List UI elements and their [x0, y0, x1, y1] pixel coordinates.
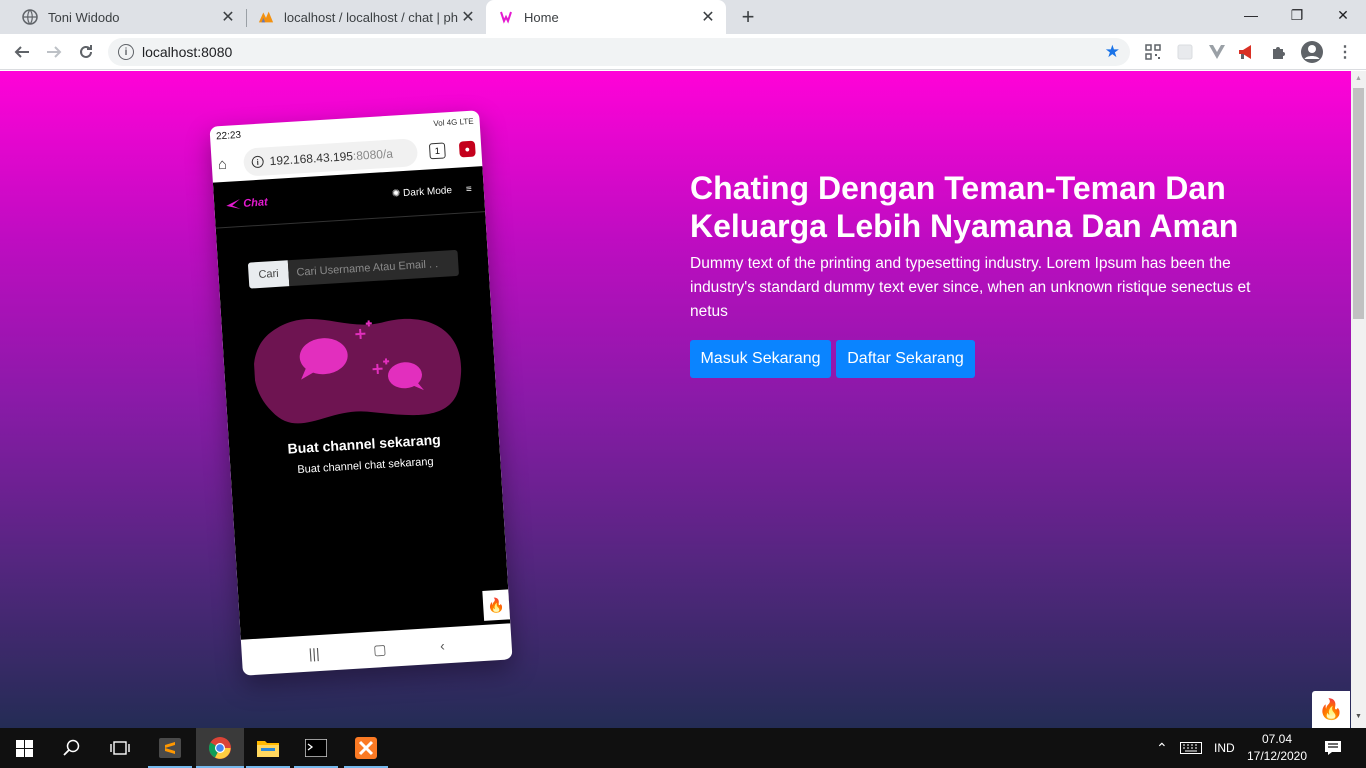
phone-search-label: Cari — [247, 260, 290, 289]
phone-codeigniter-icon: 🔥 — [482, 589, 511, 621]
address-bar[interactable]: i localhost:8080 ★ — [108, 38, 1130, 66]
close-tab-icon[interactable]: ✕ — [218, 7, 238, 27]
phone-dark-mode-toggle: ✺ Dark Mode — [391, 185, 453, 200]
forward-button[interactable] — [40, 38, 68, 66]
phpmyadmin-icon — [258, 9, 274, 25]
minimize-button[interactable]: — — [1228, 0, 1274, 30]
browser-tabstrip: Toni Widodo ✕ localhost / localhost / ch… — [0, 0, 1366, 34]
profile-avatar-icon[interactable] — [1300, 40, 1324, 64]
phone-recents-icon: ||| — [308, 645, 321, 662]
page-scrollbar[interactable]: ▲ ▼ — [1351, 71, 1366, 728]
language-indicator[interactable]: IND — [1214, 728, 1235, 768]
tab-title: localhost / localhost / chat | phpMyAdmi… — [284, 9, 458, 25]
chat-bubbles-illustration — [253, 318, 462, 424]
xampp-icon[interactable] — [342, 728, 390, 768]
terminal-icon[interactable] — [292, 728, 340, 768]
dark-mode-label: Dark Mode — [402, 185, 453, 200]
tab-phpmyadmin[interactable]: localhost / localhost / chat | phpMyAdmi… — [246, 0, 486, 34]
extensions-puzzle-icon[interactable] — [1270, 43, 1288, 61]
close-tab-icon[interactable]: ✕ — [458, 7, 478, 27]
windows-taskbar: ⌃ IND 07.04 17/12/2020 — [0, 728, 1366, 768]
codeigniter-debug-toolbar-icon[interactable]: 🔥 — [1312, 691, 1350, 728]
task-view-icon[interactable] — [96, 728, 144, 768]
phone-screen: Chat ✺ Dark Mode ≡ Cari Cari Username At… — [212, 166, 511, 640]
vue-devtools-icon[interactable] — [1208, 43, 1226, 61]
browser-toolbar: i localhost:8080 ★ ⋮ — [0, 34, 1366, 70]
login-button[interactable]: Masuk Sekarang — [690, 340, 831, 378]
scroll-up-arrow-icon[interactable]: ▲ — [1355, 75, 1362, 82]
close-window-button[interactable]: ✕ — [1320, 0, 1366, 30]
phone-status-indicators: Vol 4G LTE — [433, 116, 474, 128]
bookmark-star-icon[interactable]: ★ — [1105, 42, 1120, 62]
tab-home[interactable]: Home ✕ — [486, 0, 726, 34]
url-text: localhost:8080 — [142, 44, 233, 60]
maximize-button[interactable]: ❐ — [1274, 0, 1320, 30]
file-explorer-icon[interactable] — [244, 728, 292, 768]
tab-title: Home — [524, 9, 559, 25]
new-tab-button[interactable]: + — [736, 4, 760, 29]
windows-start-icon[interactable] — [0, 728, 48, 768]
phone-ublock-icon: ● — [458, 140, 476, 158]
hero-description: Dummy text of the printing and typesetti… — [690, 255, 1251, 320]
phone-home-button-icon: ▢ — [372, 640, 387, 658]
scrollbar-thumb[interactable] — [1353, 88, 1364, 319]
phone-back-icon: ‹ — [439, 637, 446, 654]
system-clock[interactable]: 07.04 17/12/2020 — [1244, 731, 1310, 765]
back-button[interactable] — [8, 38, 36, 66]
globe-icon — [22, 9, 38, 25]
close-tab-icon[interactable]: ✕ — [698, 7, 718, 27]
reload-button[interactable] — [72, 38, 100, 66]
tray-overflow-icon[interactable]: ⌃ — [1156, 728, 1168, 768]
notifications-icon[interactable] — [1324, 728, 1342, 768]
landing-page: 22:23 Vol 4G LTE ⌂ i 192.168.43.195:8080… — [0, 71, 1351, 728]
chrome-icon[interactable] — [196, 728, 244, 768]
phone-url-host: 192.168.43.195 — [269, 149, 354, 169]
browser-menu-icon[interactable]: ⋮ — [1336, 43, 1354, 61]
phone-status-time: 22:23 — [215, 129, 242, 142]
phone-url-path: :8080/a — [352, 146, 394, 164]
megaphone-extension-icon[interactable] — [1238, 43, 1256, 61]
search-icon[interactable] — [48, 728, 96, 768]
site-info-icon[interactable]: i — [118, 44, 134, 60]
tab-toni-widodo[interactable]: Toni Widodo ✕ — [0, 0, 246, 34]
phone-search-input: Cari Username Atau Email . . — [287, 249, 460, 287]
phone-app-logo-text: Chat — [242, 195, 269, 210]
tab-title: Toni Widodo — [48, 9, 120, 25]
phone-tab-count: 1 — [428, 142, 446, 160]
extension-placeholder-icon[interactable] — [1176, 43, 1194, 61]
phone-app-logo: Chat — [226, 196, 268, 211]
clock-date: 17/12/2020 — [1246, 749, 1308, 763]
scroll-down-arrow-icon[interactable]: ▼ — [1355, 713, 1362, 720]
phone-info-icon: i — [251, 155, 265, 169]
hero-title: Chating Dengan Teman-Teman Dan Keluarga … — [690, 170, 1239, 244]
sublime-text-icon[interactable] — [146, 728, 194, 768]
register-button[interactable]: Daftar Sekarang — [836, 340, 975, 378]
phone-hamburger-icon: ≡ — [465, 183, 473, 196]
keyboard-icon[interactable] — [1180, 728, 1202, 768]
phone-home-icon: ⌂ — [217, 155, 228, 173]
phone-search-group: Cari Cari Username Atau Email . . — [247, 249, 460, 289]
chat-logo-icon — [498, 9, 514, 25]
clock-time: 07.04 — [1261, 732, 1293, 746]
qr-code-icon[interactable] — [1144, 43, 1162, 61]
phone-mockup-image: 22:23 Vol 4G LTE ⌂ i 192.168.43.195:8080… — [209, 110, 513, 676]
